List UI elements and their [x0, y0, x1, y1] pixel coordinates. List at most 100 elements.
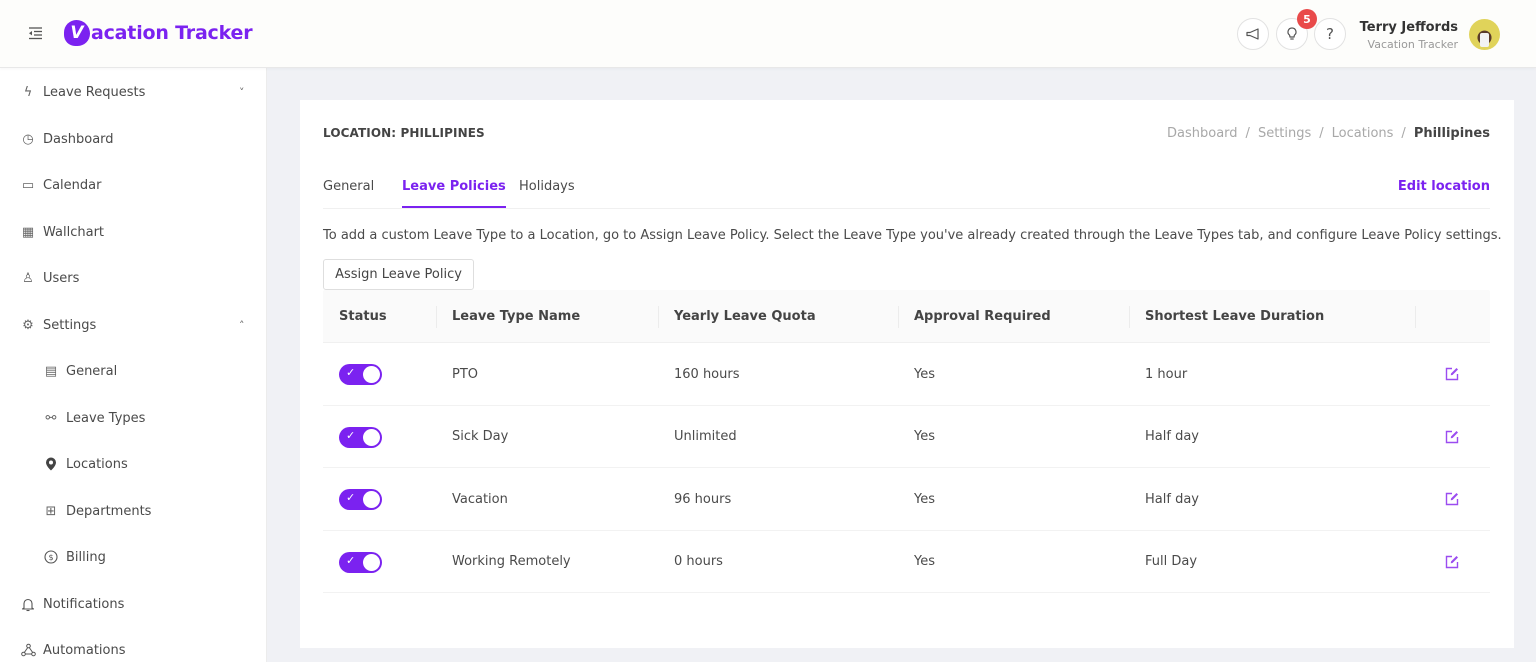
assign-leave-policy-button[interactable]: Assign Leave Policy — [323, 259, 474, 290]
sidebar-item-label: Calendar — [43, 177, 102, 193]
dollar-icon: $ — [43, 549, 59, 565]
toggle-knob — [363, 491, 380, 508]
app-logo[interactable]: V acation Tracker — [64, 20, 253, 46]
help-icon: ? — [1326, 25, 1334, 43]
breadcrumb-settings[interactable]: Settings — [1258, 126, 1311, 141]
leave-type-name: Working Remotely — [452, 554, 571, 569]
announcements-button[interactable] — [1237, 18, 1269, 50]
sidebar-item-automations[interactable]: Automations — [0, 630, 267, 662]
edit-icon[interactable] — [1445, 492, 1459, 506]
sidebar-item-leave-requests[interactable]: ϟ Leave Requests ˅ — [0, 72, 267, 112]
sidebar-item-label: Automations — [43, 642, 126, 658]
logo-mark: V — [64, 20, 90, 46]
sidebar-item-label: Billing — [66, 549, 106, 565]
location-pin-icon — [43, 456, 59, 472]
leave-type-name: Sick Day — [452, 429, 509, 444]
shortest-duration: Half day — [1145, 491, 1199, 507]
sidebar-item-departments[interactable]: ⊞ Departments — [0, 491, 267, 531]
toggle-knob — [363, 428, 380, 446]
logo-text: acation Tracker — [91, 22, 253, 44]
yearly-quota: 160 hours — [674, 366, 740, 382]
approval-required: Yes — [914, 429, 935, 444]
sidebar-item-label: Settings — [43, 317, 97, 333]
breadcrumb-locations[interactable]: Locations — [1332, 126, 1394, 141]
status-toggle[interactable]: ✓ — [339, 489, 382, 510]
lightning-icon: ϟ — [23, 84, 33, 100]
sidebar-item-wallchart[interactable]: ▦ Wallchart — [0, 212, 267, 252]
tab-general[interactable]: General — [323, 179, 374, 206]
user-name[interactable]: Terry Jeffords — [1360, 20, 1458, 35]
sidebar-item-general[interactable]: ▤ General — [0, 351, 267, 391]
status-toggle[interactable]: ✓ — [339, 551, 382, 573]
breadcrumb-dashboard[interactable]: Dashboard — [1167, 126, 1238, 141]
tab-holidays[interactable]: Holidays — [519, 179, 575, 206]
sidebar-item-calendar[interactable]: ▭ Calendar — [0, 165, 267, 205]
breadcrumb-separator: / — [1319, 126, 1324, 141]
sidebar-item-locations[interactable]: Locations — [0, 444, 267, 484]
dashboard-icon: ◷ — [22, 131, 34, 147]
chevron-down-icon[interactable]: ˅ — [239, 86, 245, 99]
yearly-quota: 96 hours — [674, 491, 732, 507]
breadcrumb: Dashboard / Settings / Locations / Phill… — [1167, 126, 1490, 141]
user-organization: Vacation Tracker — [1367, 38, 1458, 51]
status-toggle[interactable]: ✓ — [339, 426, 382, 448]
yearly-quota: Unlimited — [674, 429, 737, 444]
menu-fold-icon[interactable] — [27, 25, 43, 41]
top-header: V acation Tracker 5 ? Terry Jeffords Vac… — [0, 0, 1536, 68]
check-icon: ✓ — [346, 366, 356, 379]
edit-icon[interactable] — [1445, 367, 1459, 381]
location-card: LOCATION: PHILLIPINES Dashboard / Settin… — [300, 100, 1514, 648]
column-header-status: Status — [339, 309, 387, 324]
column-header-name: Leave Type Name — [452, 309, 581, 324]
status-toggle[interactable]: ✓ — [339, 364, 382, 385]
breadcrumb-current: Phillipines — [1413, 126, 1490, 141]
shortest-duration: 1 hour — [1145, 366, 1188, 382]
column-divider — [1415, 306, 1416, 328]
table-row: ✓ Working Remotely 0 hours Yes Full Day — [323, 531, 1490, 593]
leave-type-name: PTO — [452, 366, 479, 382]
tab-bar: General Leave Policies Holidays — [323, 170, 1490, 209]
sidebar-item-leave-types[interactable]: ⚯ Leave Types — [0, 398, 267, 438]
sidebar-item-label: Locations — [66, 456, 128, 472]
sidebar: ϟ Leave Requests ˅ ◷ Dashboard ▭ Calenda… — [0, 68, 267, 662]
toggle-knob — [363, 366, 380, 383]
approval-required: Yes — [914, 366, 935, 382]
shortest-duration: Half day — [1145, 429, 1199, 444]
table-row: ✓ Vacation 96 hours Yes Half day — [323, 468, 1490, 531]
toggle-knob — [363, 553, 380, 571]
sidebar-item-label: Dashboard — [43, 131, 114, 147]
approval-required: Yes — [914, 491, 935, 507]
table-icon: ▦ — [21, 224, 35, 240]
sidebar-item-billing[interactable]: $ Billing — [0, 537, 267, 577]
help-button[interactable]: ? — [1314, 18, 1346, 50]
column-header-shortest: Shortest Leave Duration — [1145, 309, 1325, 324]
check-icon: ✓ — [346, 428, 356, 442]
column-divider — [898, 306, 899, 328]
edit-icon[interactable] — [1445, 430, 1459, 444]
bell-icon — [20, 596, 36, 612]
chevron-up-icon[interactable]: ˄ — [239, 319, 245, 332]
help-text: To add a custom Leave Type to a Location… — [323, 228, 1502, 243]
leave-policies-table: Status Leave Type Name Yearly Leave Quot… — [323, 290, 1490, 593]
sidebar-item-settings[interactable]: ⚙ Settings ˄ — [0, 305, 267, 345]
sidebar-item-notifications[interactable]: Notifications — [0, 584, 267, 624]
column-header-quota: Yearly Leave Quota — [674, 309, 816, 324]
automation-icon — [20, 642, 36, 658]
departments-icon: ⊞ — [45, 503, 57, 519]
sidebar-item-label: Leave Requests — [43, 84, 146, 100]
shortest-duration: Full Day — [1145, 554, 1198, 569]
yearly-quota: 0 hours — [674, 554, 723, 569]
notification-badge: 5 — [1297, 9, 1317, 29]
edit-location-link[interactable]: Edit location — [1398, 179, 1490, 194]
edit-icon[interactable] — [1445, 555, 1459, 569]
leave-type-name: Vacation — [452, 491, 508, 507]
gear-icon: ⚙ — [22, 317, 34, 333]
check-icon: ✓ — [346, 491, 356, 504]
branches-icon: ⚯ — [45, 410, 57, 426]
avatar[interactable] — [1469, 19, 1500, 50]
breadcrumb-separator: / — [1401, 126, 1406, 141]
sidebar-item-users[interactable]: ♙ Users — [0, 258, 267, 298]
tab-leave-policies[interactable]: Leave Policies — [402, 179, 506, 208]
svg-text:$: $ — [48, 553, 53, 562]
sidebar-item-dashboard[interactable]: ◷ Dashboard — [0, 119, 267, 159]
